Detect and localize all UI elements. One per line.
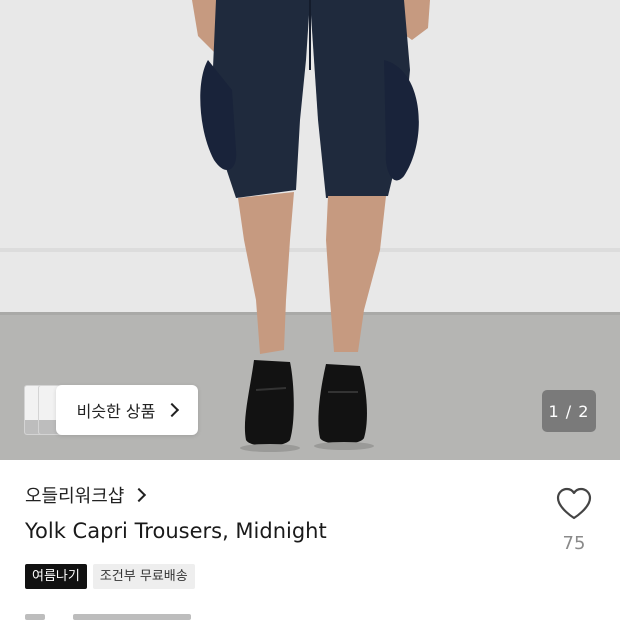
product-title: Yolk Capri Trousers, Midnight (25, 519, 327, 543)
like-button[interactable]: 75 (548, 487, 600, 554)
tag-free-shipping: 조건부 무료배송 (92, 564, 195, 589)
product-tags: 여름나기 조건부 무료배송 (25, 564, 195, 589)
product-image-carousel[interactable]: 비슷한 상품 1 / 2 (0, 0, 620, 460)
page-counter-text: 1 / 2 (548, 401, 590, 421)
similar-products-label: 비슷한 상품 (76, 402, 156, 421)
partial-element (73, 614, 191, 620)
chevron-right-icon (132, 487, 147, 503)
next-row-partial (25, 608, 225, 620)
image-page-counter: 1 / 2 (542, 390, 596, 432)
similar-products-button[interactable]: 비슷한 상품 (56, 385, 198, 435)
partial-element (25, 614, 45, 620)
product-detail-page: 비슷한 상품 1 / 2 오들리워크샵 Yolk Capri Trousers,… (0, 0, 620, 620)
brand-name: 오들리워크샵 (25, 486, 125, 507)
like-count: 75 (562, 533, 586, 554)
heart-outline-icon (556, 487, 592, 520)
tag-summer: 여름나기 (25, 564, 87, 589)
brand-link[interactable]: 오들리워크샵 (25, 482, 147, 508)
chevron-right-icon (165, 402, 180, 418)
